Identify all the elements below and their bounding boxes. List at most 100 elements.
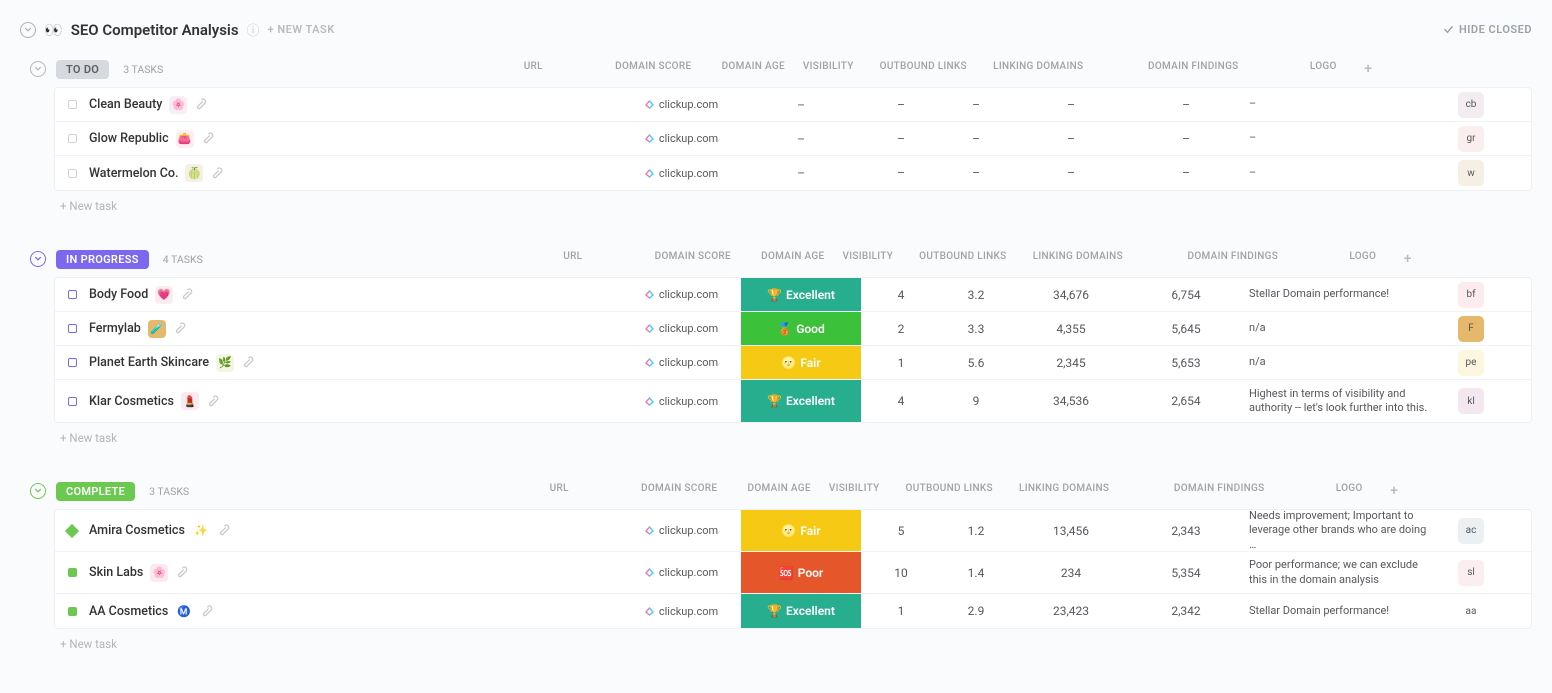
cell-domain-score[interactable]: 🏆Excellent — [741, 278, 861, 311]
cell-domain-findings[interactable]: Stellar Domain performance! — [1241, 604, 1441, 618]
cell-domain-score[interactable]: 🆘Poor — [741, 552, 861, 593]
cell-domain-score[interactable]: – — [741, 88, 861, 121]
cell-logo[interactable]: sl — [1441, 560, 1501, 586]
task-name[interactable]: Skin Labs 🌸 — [89, 564, 188, 582]
attachment-icon[interactable] — [180, 288, 193, 301]
add-column-button[interactable]: + — [1353, 61, 1383, 77]
col-header-logo[interactable]: LOGO — [1333, 251, 1393, 267]
col-header-age[interactable]: DOMAIN AGE — [739, 483, 819, 499]
col-header-logo[interactable]: LOGO — [1319, 483, 1379, 499]
cell-linking-domains[interactable]: 2,343 — [1131, 524, 1241, 538]
table-row[interactable]: Body Food 💗 clickup.com 🏆Excellent 4 3.2… — [55, 278, 1531, 312]
cell-domain-age[interactable]: – — [861, 166, 941, 180]
collapse-list-icon[interactable] — [20, 22, 36, 38]
cell-url[interactable]: clickup.com — [621, 132, 741, 145]
group-status-label[interactable]: IN PROGRESS — [56, 250, 149, 269]
cell-visibility[interactable]: – — [941, 98, 1011, 112]
cell-domain-findings[interactable]: Highest in terms of visibility and autho… — [1241, 387, 1441, 416]
cell-visibility[interactable]: 5.6 — [941, 356, 1011, 370]
cell-domain-age[interactable]: 1 — [861, 356, 941, 370]
cell-domain-age[interactable]: 1 — [861, 604, 941, 618]
cell-linking-domains[interactable]: 5,645 — [1131, 322, 1241, 336]
col-header-url[interactable]: URL — [499, 483, 619, 499]
attachment-icon[interactable] — [173, 322, 186, 335]
cell-logo[interactable]: bf — [1441, 282, 1501, 308]
col-header-out[interactable]: OUTBOUND LINKS — [889, 483, 1009, 499]
cell-domain-score[interactable]: 🌝Fair — [741, 346, 861, 379]
attachment-icon[interactable] — [210, 167, 223, 180]
cell-linking-domains[interactable]: – — [1131, 166, 1241, 180]
table-row[interactable]: Watermelon Co. 🍈 clickup.com – – – – – –… — [55, 156, 1531, 190]
add-column-button[interactable]: + — [1393, 251, 1423, 267]
cell-domain-findings[interactable]: – — [1241, 131, 1441, 145]
cell-logo[interactable]: F — [1441, 316, 1501, 342]
attachment-icon[interactable] — [200, 605, 213, 618]
table-row[interactable]: Klar Cosmetics 💄 clickup.com 🏆Excellent … — [55, 380, 1531, 422]
table-row[interactable]: Glow Republic 👛 clickup.com – – – – – – … — [55, 122, 1531, 156]
cell-domain-findings[interactable]: Poor performance; we can exclude this in… — [1241, 558, 1441, 587]
cell-linking-domains[interactable]: 6,754 — [1131, 288, 1241, 302]
new-task-button[interactable]: + NEW TASK — [268, 23, 335, 36]
col-header-vis[interactable]: VISIBILITY — [819, 483, 889, 499]
table-row[interactable]: Fermylab 🧪 clickup.com 🥉Good 2 3.3 4,355… — [55, 312, 1531, 346]
cell-domain-findings[interactable]: Needs improvement; Important to leverage… — [1241, 509, 1441, 552]
info-icon[interactable]: ⓘ — [247, 20, 260, 39]
cell-logo[interactable]: kl — [1441, 388, 1501, 414]
col-header-score[interactable]: DOMAIN SCORE — [619, 483, 739, 499]
col-header-out[interactable]: OUTBOUND LINKS — [903, 251, 1023, 267]
status-icon[interactable] — [55, 526, 89, 536]
cell-visibility[interactable]: 2.9 — [941, 604, 1011, 618]
cell-outbound-links[interactable]: 4,355 — [1011, 322, 1131, 336]
cell-domain-score[interactable]: 🥉Good — [741, 312, 861, 345]
cell-logo[interactable]: pe — [1441, 350, 1501, 376]
collapse-group-icon[interactable] — [30, 483, 46, 499]
cell-domain-score[interactable]: – — [741, 122, 861, 155]
cell-url[interactable]: clickup.com — [621, 167, 741, 180]
col-header-url[interactable]: URL — [513, 251, 633, 267]
task-name[interactable]: Body Food 💗 — [89, 286, 193, 304]
cell-domain-score[interactable]: – — [741, 156, 861, 190]
col-header-vis[interactable]: VISIBILITY — [793, 61, 863, 77]
col-header-score[interactable]: DOMAIN SCORE — [593, 61, 713, 77]
new-task-row[interactable]: + New task — [30, 423, 1532, 453]
attachment-icon[interactable] — [206, 395, 219, 408]
cell-domain-findings[interactable]: n/a — [1241, 355, 1441, 369]
status-icon[interactable] — [55, 324, 89, 333]
cell-outbound-links[interactable]: 34,536 — [1011, 394, 1131, 408]
cell-domain-age[interactable]: 4 — [861, 288, 941, 302]
collapse-group-icon[interactable] — [30, 251, 46, 267]
cell-url[interactable]: clickup.com — [621, 605, 741, 618]
cell-logo[interactable]: ac — [1441, 518, 1501, 544]
col-header-link[interactable]: LINKING DOMAINS — [983, 61, 1093, 77]
cell-domain-age[interactable]: – — [861, 98, 941, 112]
cell-domain-age[interactable]: 5 — [861, 524, 941, 538]
cell-domain-score[interactable]: 🏆Excellent — [741, 380, 861, 422]
cell-url[interactable]: clickup.com — [621, 566, 741, 579]
cell-logo[interactable]: gr — [1441, 126, 1501, 152]
cell-domain-age[interactable]: – — [861, 132, 941, 146]
status-icon[interactable] — [55, 607, 89, 616]
status-icon[interactable] — [55, 568, 89, 577]
task-name[interactable]: Watermelon Co. 🍈 — [89, 164, 223, 182]
hide-closed-button[interactable]: HIDE CLOSED — [1443, 23, 1532, 36]
cell-linking-domains[interactable]: – — [1131, 132, 1241, 146]
task-name[interactable]: Klar Cosmetics 💄 — [89, 392, 219, 410]
group-status-label[interactable]: TO DO — [56, 60, 109, 79]
task-name[interactable]: AA Cosmetics Ⓜ️ — [89, 602, 213, 620]
col-header-age[interactable]: DOMAIN AGE — [753, 251, 833, 267]
cell-outbound-links[interactable]: – — [1011, 98, 1131, 112]
col-header-find[interactable]: DOMAIN FINDINGS — [1093, 61, 1293, 77]
cell-url[interactable]: clickup.com — [621, 288, 741, 301]
cell-domain-findings[interactable]: n/a — [1241, 321, 1441, 335]
cell-url[interactable]: clickup.com — [621, 98, 741, 111]
col-header-link[interactable]: LINKING DOMAINS — [1023, 251, 1133, 267]
cell-linking-domains[interactable]: 2,654 — [1131, 394, 1241, 408]
cell-domain-score[interactable]: 🌝Fair — [741, 510, 861, 551]
collapse-group-icon[interactable] — [30, 61, 46, 77]
task-name[interactable]: Clean Beauty 🌸 — [89, 96, 207, 114]
attachment-icon[interactable] — [201, 132, 214, 145]
status-icon[interactable] — [55, 134, 89, 143]
task-name[interactable]: Fermylab 🧪 — [89, 320, 186, 338]
cell-domain-age[interactable]: 2 — [861, 322, 941, 336]
cell-outbound-links[interactable]: – — [1011, 166, 1131, 180]
